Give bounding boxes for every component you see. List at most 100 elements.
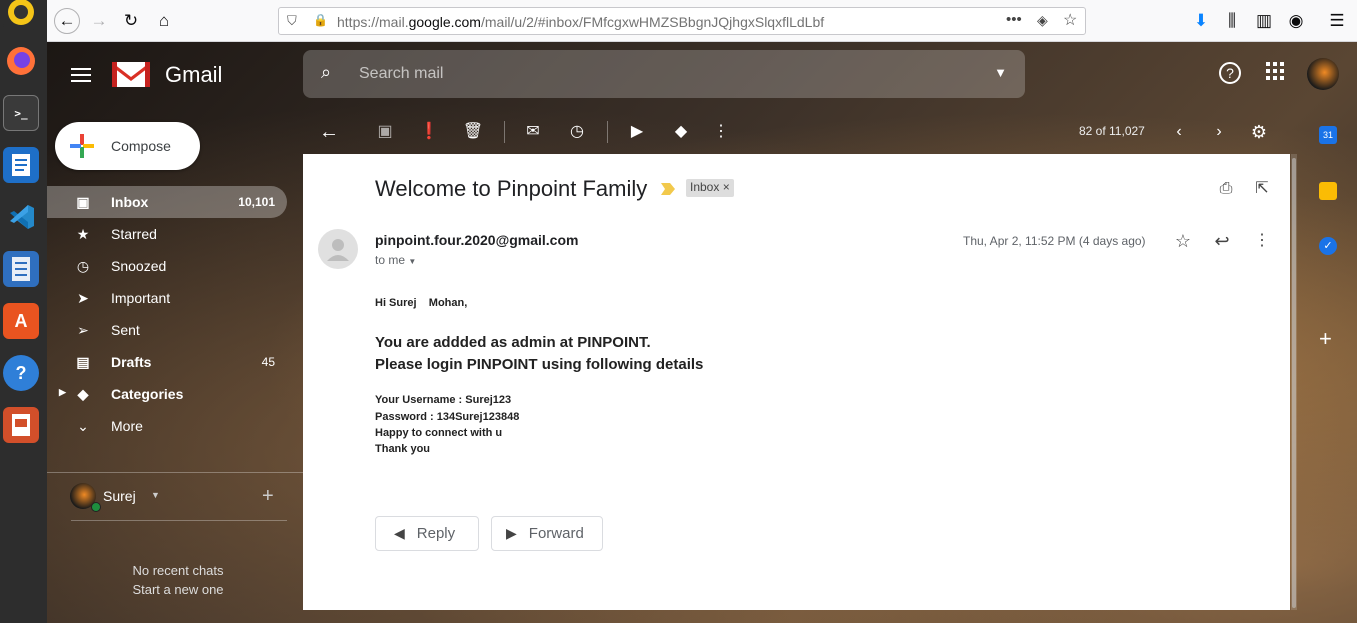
firefox-menu-icon[interactable]: ☰ [1324,8,1350,34]
impress-icon[interactable] [3,407,39,443]
library-icon[interactable]: ⫼ [1219,8,1245,34]
newer-chevron-icon[interactable]: ‹ [1167,120,1191,144]
files-icon[interactable] [3,251,39,287]
chat-status-dropdown-icon[interactable]: ▼ [151,490,160,500]
gmail-logo[interactable] [112,59,150,89]
print-icon[interactable]: ⎙ [1215,178,1237,200]
delete-icon[interactable]: 🗑 [461,120,485,144]
ubuntu-dock: >_ A ? [0,0,47,623]
gmail-app: Gmail ⌕ Search mail ▼ ? Compose ▣ Inbox … [47,42,1357,623]
browser-toolbar: ← → ↻ ⌂ ⛉ 🔒 https://mail.google.com/mail… [47,0,1357,42]
search-icon[interactable]: ⌕ [321,62,331,83]
url-bar[interactable]: ⛉ 🔒 https://mail.google.com/mail/u/2/#in… [278,7,1086,35]
sidebar-item-more[interactable]: ⌄ More [47,410,287,442]
more-actions-icon[interactable]: ⋮ [1251,230,1273,252]
compose-button[interactable]: Compose [55,122,200,170]
sender-email[interactable]: pinpoint.four.2020@gmail.com [375,232,578,248]
recipient-line[interactable]: to me ▼ [375,253,416,267]
body-line-1: You are addded as admin at PINPOINT. [375,334,651,351]
terminal-icon[interactable]: >_ [3,95,39,131]
search-input[interactable]: Search mail [359,65,443,83]
chat-user-name[interactable]: Surej [103,488,136,504]
sidebar-item-label: Important [111,290,171,306]
snooze-icon[interactable]: ◷ [565,120,589,144]
side-panel: 31 ✓ + [1300,106,1357,623]
older-chevron-icon[interactable]: › [1207,120,1231,144]
thanks-text: Thank you [375,443,431,455]
help-icon[interactable]: ? [1219,62,1241,84]
mark-unread-icon[interactable]: ✉ [521,120,545,144]
recipient-text: to me [375,253,406,267]
bookmark-star-icon[interactable]: ☆ [1063,10,1077,30]
archive-icon[interactable]: ▣ [373,120,397,144]
lock-icon[interactable]: 🔒 [313,13,328,27]
app-name: Gmail [165,62,223,87]
star-icon[interactable]: ☆ [1172,230,1194,252]
calendar-icon[interactable]: 31 [1319,126,1337,144]
software-center-icon[interactable]: A [3,303,39,339]
labels-icon[interactable]: ◆ [669,120,693,144]
writer-icon[interactable] [3,147,39,183]
sidebar-item-label: Categories [111,386,184,402]
label-icon: ◆ [77,386,89,402]
sidebar-item-snoozed[interactable]: ◷ Snoozed [47,250,287,282]
page-actions-icon[interactable]: ••• [1006,11,1022,28]
shield-icon[interactable]: ⛉ [287,13,297,29]
scrollbar-thumb[interactable] [1292,158,1296,608]
draft-count: 45 [261,355,275,369]
forward-button[interactable]: ▶ Forward [491,516,603,551]
pocket-icon[interactable]: ◈ [1037,12,1048,29]
important-marker-icon[interactable] [661,183,675,195]
sidebar-item-drafts[interactable]: ▤ Drafts 45 [47,346,287,378]
expand-arrow-icon[interactable]: ▶ [59,387,66,398]
reply-button[interactable]: ◀ Reply [375,516,479,551]
reload-icon[interactable]: ↻ [118,8,144,34]
move-to-icon[interactable]: ▶ [625,120,649,144]
sidebar-item-categories[interactable]: ▶ ◆ Categories [47,378,287,410]
star-icon: ★ [76,226,90,242]
vscode-icon[interactable] [3,199,39,235]
sidebar-item-important[interactable]: ➤ Important [47,282,287,314]
sidebar-item-label: Inbox [111,194,149,210]
more-options-icon[interactable]: ⋮ [709,120,733,144]
keep-icon[interactable] [1319,182,1337,200]
rhythmbox-icon[interactable] [3,0,39,30]
add-chat-icon[interactable]: + [262,485,274,508]
settings-gear-icon[interactable]: ⚙ [1247,120,1271,144]
pagination-text: 82 of 11,027 [1079,124,1145,138]
details-dropdown-icon[interactable]: ▼ [408,257,416,266]
search-bar[interactable]: ⌕ Search mail ▼ [303,50,1025,98]
sidebar-item-label: More [111,418,143,434]
reply-icon[interactable]: ↩ [1211,230,1233,252]
back-arrow-icon[interactable]: ← [54,8,80,34]
forward-arrow-icon[interactable]: → [86,8,112,34]
label-chip-inbox[interactable]: Inbox × [686,179,734,197]
email-date: Thu, Apr 2, 11:52 PM (4 days ago) [963,234,1146,248]
home-icon[interactable]: ⌂ [151,8,177,34]
help-icon[interactable]: ? [3,355,39,391]
sidebar-item-inbox[interactable]: ▣ Inbox 10,101 [47,186,287,218]
account-avatar[interactable] [1307,58,1339,90]
draft-icon: ▤ [76,354,90,370]
report-spam-icon[interactable]: ❗ [417,120,441,144]
search-options-icon[interactable]: ▼ [994,65,1007,80]
main-menu-icon[interactable] [69,64,93,88]
sidebar-item-sent[interactable]: ➢ Sent [47,314,287,346]
back-to-inbox-icon[interactable]: ← [317,120,341,144]
reply-arrow-icon: ◀ [394,525,405,541]
add-addon-icon[interactable]: + [1319,326,1332,352]
open-new-window-icon[interactable]: ⇱ [1251,178,1273,200]
sidebar-item-starred[interactable]: ★ Starred [47,218,287,250]
tasks-icon[interactable]: ✓ [1319,237,1337,255]
firefox-icon[interactable] [3,43,39,79]
start-chat-link[interactable]: Start a new one [47,582,309,597]
compose-plus-icon [70,134,94,158]
account-icon[interactable]: ◉ [1283,8,1309,34]
clock-icon: ◷ [76,258,90,274]
downloads-icon[interactable]: ⬇ [1188,8,1214,34]
unread-count: 10,101 [238,195,275,209]
sidebar-toggle-icon[interactable]: ▥ [1251,8,1277,34]
happy-text: Happy to connect with u [375,427,503,439]
sender-avatar[interactable] [318,229,358,269]
apps-grid-icon[interactable] [1263,62,1287,86]
